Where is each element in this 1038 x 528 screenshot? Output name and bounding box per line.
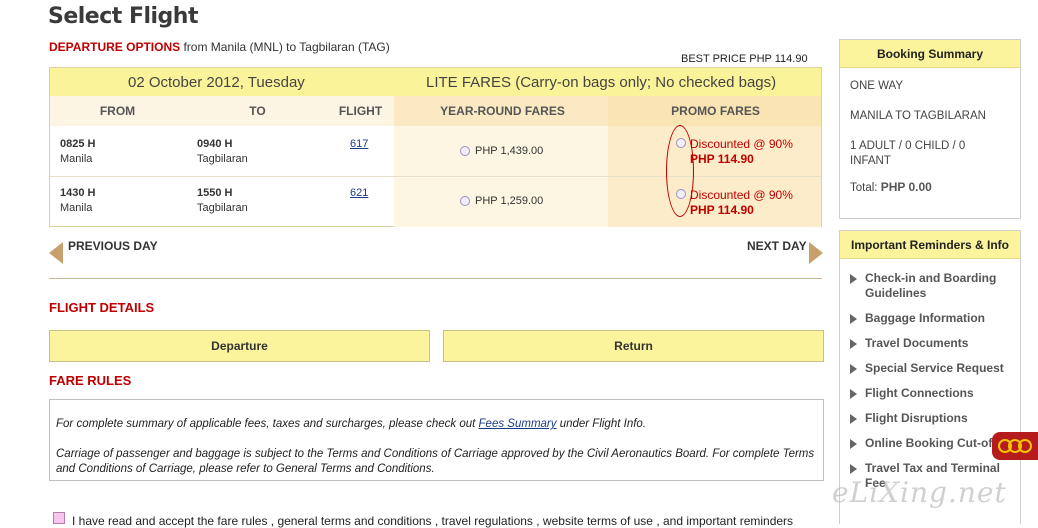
table-row: 1430 H Manila 1550 H Tagbilaran 621 PHP … <box>50 177 821 227</box>
table-row: 0825 H Manila 0940 H Tagbilaran 617 PHP … <box>50 126 821 176</box>
flight-table: 02 October 2012, Tuesday LITE FARES (Car… <box>49 67 822 227</box>
accept-terms-label: I have read and accept the fare rules , … <box>72 514 794 528</box>
year-round-fare-radio[interactable] <box>460 146 470 156</box>
reminder-item[interactable]: Online Booking Cut-off <box>850 436 1015 451</box>
arrival-city: Tagbilaran <box>197 202 248 214</box>
route-text: from Manila (MNL) to Tagbilaran (TAG) <box>183 40 390 54</box>
table-header: FROM TO FLIGHT YEAR-ROUND FARES PROMO FA… <box>50 96 821 126</box>
fees-text-pre: For complete summary of applicable fees,… <box>56 418 479 430</box>
ring-icon <box>1018 439 1032 453</box>
reminder-item[interactable]: Special Service Request <box>850 361 1015 376</box>
header-promo: PROMO FARES <box>671 104 760 118</box>
next-day-arrow-icon[interactable] <box>809 242 823 264</box>
highlight-oval <box>666 125 694 217</box>
year-round-fare-radio[interactable] <box>460 196 470 206</box>
booking-summary-title: Booking Summary <box>840 40 1020 68</box>
header-year-round: YEAR-ROUND FARES <box>440 104 565 118</box>
year-round-fare-price: PHP 1,259.00 <box>475 195 544 207</box>
reminder-label: Baggage Information <box>865 311 986 325</box>
trip-type: ONE WAY <box>850 80 904 92</box>
promo-fare-price: PHP 114.90 <box>690 152 754 166</box>
flight-details-heading: FLIGHT DETAILS <box>49 300 155 315</box>
reminder-label: Flight Disruptions <box>865 411 968 425</box>
departure-options-heading: DEPARTURE OPTIONS <box>49 40 181 54</box>
total-label: Total: <box>850 182 878 194</box>
departure-time: 0825 H <box>60 138 96 150</box>
year-round-fare-price: PHP 1,439.00 <box>475 145 544 157</box>
olympic-rings-badge[interactable] <box>992 432 1038 460</box>
watermark: eLiXing.net <box>832 476 1007 509</box>
reminder-label: Flight Connections <box>865 386 974 400</box>
arrival-time: 0940 H <box>197 138 233 150</box>
lite-fares-label: LITE FARES (Carry-on bags only; No check… <box>426 74 777 91</box>
reminder-label: Special Service Request <box>865 361 1004 375</box>
promo-discount-label: Discounted @ 90% <box>690 137 793 151</box>
fare-rules-heading: FARE RULES <box>49 373 132 388</box>
arrow-right-icon <box>850 439 857 449</box>
booking-summary-panel: Booking Summary ONE WAY MANILA TO TAGBIL… <box>839 39 1021 219</box>
arrow-right-icon <box>850 464 857 474</box>
fees-text-post: under Flight Info. <box>556 418 646 430</box>
header-from: FROM <box>99 104 136 118</box>
departure-city: Manila <box>60 202 93 214</box>
flight-number-link[interactable]: 621 <box>350 187 368 199</box>
accept-terms-checkbox[interactable] <box>53 512 65 524</box>
promo-discount-label: Discounted @ 90% <box>690 188 793 202</box>
departure-city: Manila <box>60 153 93 165</box>
best-price: BEST PRICE PHP 114.90 <box>681 53 808 65</box>
reminder-item[interactable]: Flight Connections <box>850 386 1015 401</box>
next-day-link[interactable]: NEXT DAY <box>747 239 807 253</box>
previous-day-arrow-icon[interactable] <box>49 242 63 264</box>
total-value: PHP 0.00 <box>880 180 932 194</box>
divider <box>49 278 822 279</box>
reminder-item[interactable]: Travel Documents <box>850 336 1015 351</box>
fees-summary-link[interactable]: Fees Summary <box>479 418 557 430</box>
promo-fare-price: PHP 114.90 <box>690 203 754 217</box>
flight-date: 02 October 2012, Tuesday <box>128 74 305 91</box>
departure-options-line: DEPARTURE OPTIONS from Manila (MNL) to T… <box>49 40 390 54</box>
promo-cell-bg <box>608 126 821 176</box>
return-button[interactable]: Return <box>443 330 824 362</box>
fees-summary-text: For complete summary of applicable fees,… <box>56 417 816 432</box>
reminder-item[interactable]: Baggage Information <box>850 311 1015 326</box>
arrow-right-icon <box>850 339 857 349</box>
reminder-label: Travel Documents <box>865 336 969 350</box>
reminders-title: Important Reminders & Info <box>840 231 1020 259</box>
page-title: Select Flight <box>48 4 198 29</box>
arrow-right-icon <box>850 274 857 284</box>
departure-time: 1430 H <box>60 187 96 199</box>
passenger-count: 1 ADULT / 0 CHILD / 0 <box>850 140 966 152</box>
header-flight: FLIGHT <box>338 104 383 118</box>
reminder-item[interactable]: Check-in and Boarding Guidelines <box>850 271 1015 301</box>
previous-day-link[interactable]: PREVIOUS DAY <box>68 239 158 253</box>
promo-cell-bg <box>608 177 821 227</box>
arrival-city: Tagbilaran <box>197 153 248 165</box>
fare-banner: 02 October 2012, Tuesday LITE FARES (Car… <box>50 68 821 96</box>
fare-rules-box: For complete summary of applicable fees,… <box>49 399 824 481</box>
arrow-right-icon <box>850 389 857 399</box>
reminder-item[interactable]: Flight Disruptions <box>850 411 1015 426</box>
arrow-right-icon <box>850 414 857 424</box>
header-to: TO <box>249 104 266 118</box>
passenger-count-infant: INFANT <box>850 155 891 167</box>
reminder-label: Check-in and Boarding Guidelines <box>865 271 997 300</box>
arrival-time: 1550 H <box>197 187 233 199</box>
departure-button[interactable]: Departure <box>49 330 430 362</box>
route-summary: MANILA TO TAGBILARAN <box>850 110 986 122</box>
arrow-right-icon <box>850 364 857 374</box>
flight-number-link[interactable]: 617 <box>350 138 368 150</box>
total-line: Total: PHP 0.00 <box>850 180 932 194</box>
arrow-right-icon <box>850 314 857 324</box>
carriage-text: Carriage of passenger and baggage is sub… <box>56 448 815 475</box>
